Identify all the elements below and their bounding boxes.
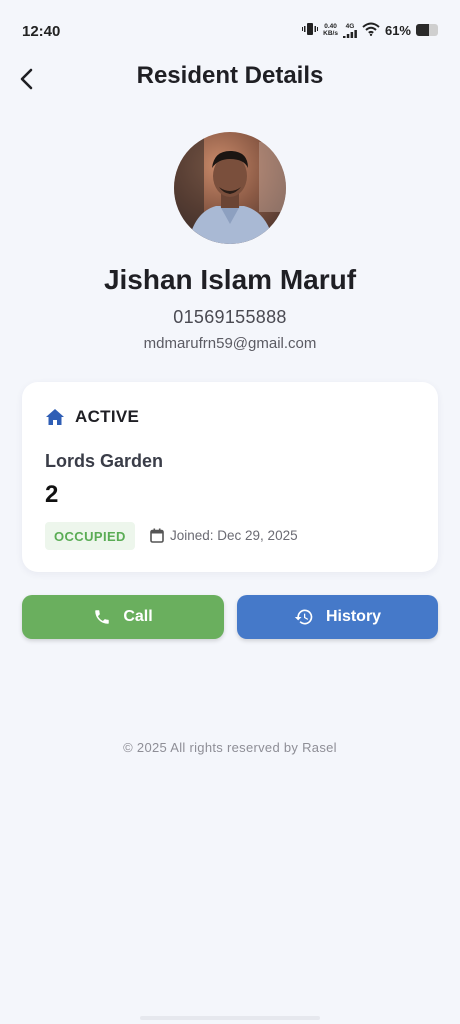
network-speed-unit: KB/s (323, 30, 338, 37)
history-button[interactable]: History (237, 595, 438, 639)
home-indicator[interactable] (140, 1016, 320, 1020)
status-bar: 12:40 0.40 KB/s 4G 61% (0, 0, 460, 60)
unit-number: 2 (45, 481, 59, 508)
resident-email: mdmarufrn59@gmail.com (143, 335, 317, 352)
avatar (174, 132, 286, 244)
signal-bars-icon (342, 29, 357, 38)
joined-date: Joined: Dec 29, 2025 (170, 528, 298, 543)
network-speed: 0.40 KB/s (323, 23, 338, 37)
battery-level (416, 24, 430, 36)
network-type: 4G (345, 22, 355, 30)
status-time: 12:40 (22, 22, 61, 40)
calendar-icon (150, 528, 164, 543)
phone-icon (95, 610, 110, 624)
network-speed-value: 0.40 (324, 23, 337, 30)
status-label: ACTIVE (75, 407, 140, 426)
avatar-photo (174, 132, 286, 244)
status-row: ACTIVE (45, 407, 139, 427)
battery-icon (416, 24, 438, 36)
resident-phone: 01569155888 (173, 307, 287, 327)
occupancy-badge-label: OCCUPIED (54, 528, 126, 544)
status-icons: 0.40 KB/s 4G 61% (302, 22, 438, 39)
app-header: Resident Details (0, 60, 460, 98)
home-icon (46, 409, 64, 425)
call-button-label: Call (123, 608, 153, 625)
history-button-label: History (325, 608, 382, 625)
battery-percent: 61% (384, 22, 411, 38)
resident-details-card: ACTIVE Lords Garden 2 OCCUPIED Joined: D… (22, 382, 438, 572)
wifi-icon (362, 22, 380, 39)
joined-date-row: Joined: Dec 29, 2025 (150, 528, 298, 543)
history-icon (294, 609, 313, 625)
building-name: Lords Garden (45, 451, 164, 471)
resident-name: Jishan Islam Maruf (103, 264, 357, 295)
cellular-signal: 4G (342, 22, 357, 38)
vibrate-icon (302, 22, 319, 39)
page-title: Resident Details (136, 62, 324, 89)
footer-copyright: © 2025 All rights reserved by Rasel (123, 740, 337, 755)
occupancy-badge: OCCUPIED (45, 522, 135, 550)
call-button[interactable]: Call (22, 595, 224, 639)
